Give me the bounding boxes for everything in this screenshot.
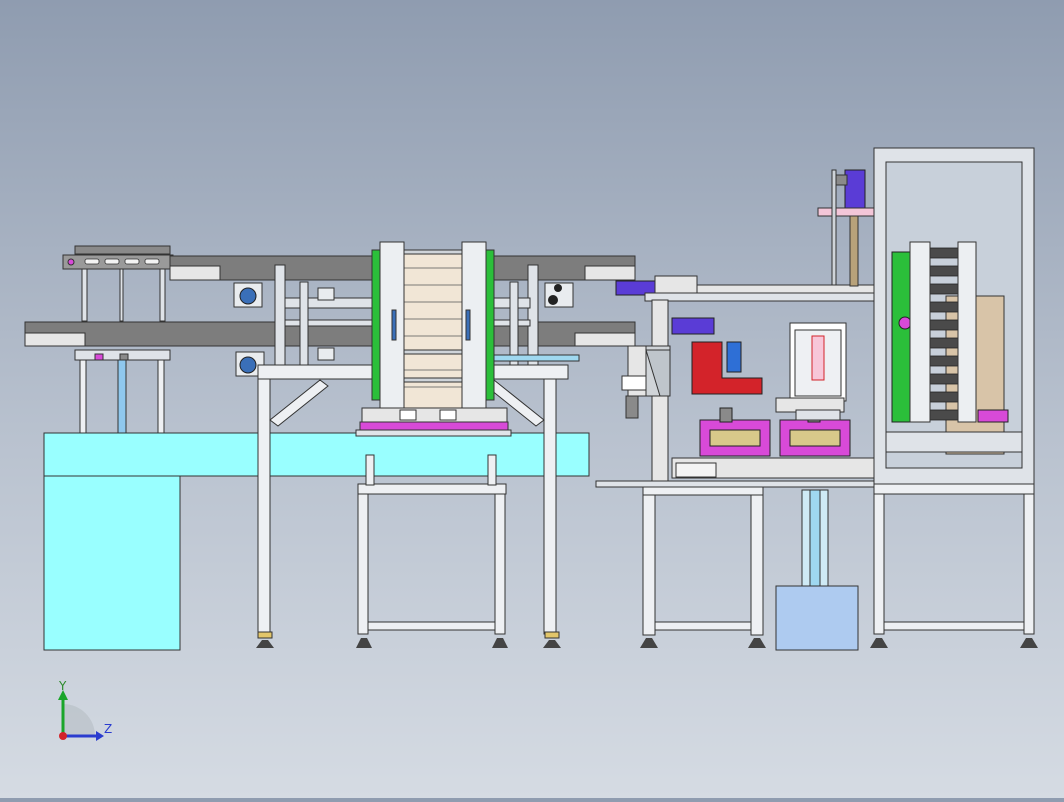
right-cabinet bbox=[870, 147, 1038, 648]
cabinet-feet bbox=[870, 638, 1038, 648]
upper-conveyor-posts bbox=[81, 268, 166, 322]
z-axis-label: Z bbox=[104, 722, 112, 736]
upper-conveyor bbox=[62, 245, 636, 281]
transfer-pipe bbox=[493, 354, 580, 362]
machine-assembly-drawing: Y Z bbox=[24, 147, 1038, 741]
press-unit bbox=[775, 322, 847, 421]
cyan-base-table bbox=[43, 432, 590, 651]
cylinder-actuator bbox=[671, 317, 715, 335]
drop-chute bbox=[801, 489, 829, 587]
station-deck bbox=[595, 480, 885, 488]
y-axis-label: Y bbox=[58, 679, 67, 693]
magazine-base bbox=[355, 407, 512, 437]
infeed-feet bbox=[256, 631, 561, 648]
magazine-table bbox=[357, 454, 507, 635]
infeed-support bbox=[74, 349, 171, 434]
magazine-feet bbox=[356, 638, 508, 648]
top-rail bbox=[615, 275, 878, 302]
axis-triad: Y Z bbox=[58, 679, 112, 741]
station-table bbox=[642, 486, 764, 636]
station-feet bbox=[640, 638, 766, 648]
cad-viewport[interactable]: Y Z bbox=[0, 0, 1064, 798]
collection-bin bbox=[775, 585, 859, 651]
cabinet-table bbox=[873, 483, 1035, 635]
process-station bbox=[595, 169, 885, 651]
lift-motor bbox=[817, 169, 875, 287]
sheet-stack bbox=[402, 249, 464, 411]
infeed-section bbox=[24, 245, 636, 651]
x-axis-origin bbox=[59, 732, 67, 740]
